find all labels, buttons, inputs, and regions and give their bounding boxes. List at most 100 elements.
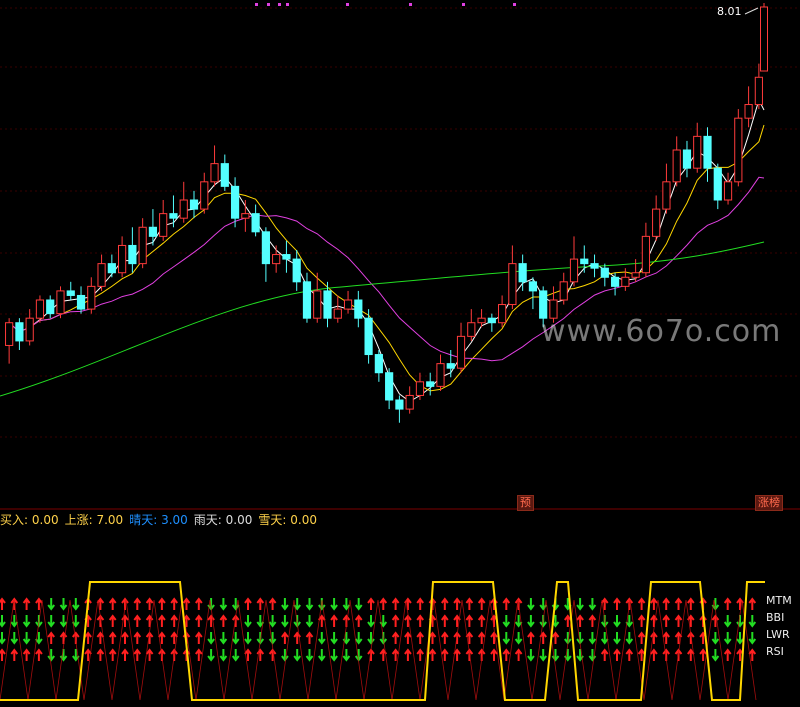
arrow-up [108, 597, 117, 610]
arrow-up [723, 597, 732, 610]
arrow-up [441, 631, 449, 644]
arrow-up [662, 614, 670, 627]
peak-pointer [744, 7, 759, 15]
candle-body [672, 149, 681, 183]
arrow-down [244, 632, 252, 645]
arrow-up [687, 597, 695, 610]
arrow-up [588, 614, 597, 627]
arrow-up [244, 597, 252, 610]
row-label-mtm: MTM [766, 594, 792, 607]
arrow-down [219, 632, 228, 645]
candle-body [220, 163, 229, 187]
candle-body [477, 317, 486, 324]
legend-rise: 上涨: 7.00 [64, 513, 124, 527]
candle-body [580, 258, 589, 265]
arrow-up [564, 614, 572, 627]
signal-dot [346, 3, 349, 6]
arrow-up [133, 614, 142, 627]
candle-body [498, 304, 507, 324]
arrow-down [47, 615, 55, 628]
arrow-down [723, 632, 732, 645]
arrow-up [441, 614, 449, 627]
candle-body [662, 181, 671, 210]
candle-body [405, 394, 414, 410]
arrow-up [22, 648, 31, 661]
candle-body [333, 308, 342, 319]
candle-body [385, 372, 394, 401]
candle-body [652, 208, 661, 237]
arrow-down [0, 615, 6, 628]
peak-label: 8.01 [717, 5, 742, 18]
arrow-up [59, 631, 68, 644]
arrow-down [711, 649, 720, 662]
legend-rainy: 雨天: 0.00 [193, 513, 253, 527]
arrow-down [330, 649, 338, 662]
arrow-up [145, 648, 154, 661]
legend-snowy: 雪天: 0.00 [258, 513, 317, 527]
candle-body [200, 181, 209, 210]
candle-body [734, 117, 743, 183]
arrow-up [158, 614, 166, 627]
arrow-up [465, 614, 474, 627]
candle-body [467, 322, 476, 337]
arrow-up [674, 597, 683, 610]
arrow-down [527, 598, 535, 611]
arrow-up [477, 614, 486, 627]
row-label-rsi: RSI [766, 645, 784, 658]
arrow-down [539, 649, 547, 662]
arrow-up [637, 597, 646, 610]
candle-body [313, 290, 322, 319]
candle-body [621, 276, 630, 287]
arrow-down [22, 632, 31, 645]
arrow-down [588, 598, 597, 611]
arrow-down [219, 649, 228, 662]
arrow-up [477, 597, 486, 610]
arrow-down [72, 598, 80, 611]
arrow-up [527, 631, 535, 644]
candle-body [760, 6, 768, 72]
arrow-down [244, 615, 252, 628]
candle-body [107, 263, 116, 274]
arrow-down [59, 649, 68, 662]
arrow-down [613, 615, 621, 628]
candle-body [35, 299, 45, 319]
arrow-up [182, 597, 191, 610]
arrow-up [133, 648, 142, 661]
arrow-up [514, 648, 523, 661]
legend-sunny: 晴天: 3.00 [129, 513, 188, 527]
candle-body [302, 281, 312, 319]
arrow-up [170, 614, 178, 627]
arrow-up [650, 648, 658, 661]
candle-body [354, 299, 363, 319]
arrow-down [207, 649, 215, 662]
arrow-up [170, 597, 178, 610]
candle-body [754, 76, 763, 106]
arrow-down [268, 615, 277, 628]
arrow-up [133, 631, 142, 644]
arrow-down [281, 598, 289, 611]
candle-body [343, 299, 353, 310]
arrow-up [108, 614, 117, 627]
arrow-down [0, 632, 6, 645]
arrow-up [158, 597, 166, 610]
candle-body [600, 267, 609, 278]
arrow-up [465, 597, 474, 610]
arrow-up [391, 614, 400, 627]
arrow-down [330, 598, 338, 611]
indicator-pane [0, 581, 765, 701]
candle-body [97, 263, 106, 287]
arrow-up [441, 597, 449, 610]
arrow-down [305, 598, 314, 611]
arrow-up [0, 597, 6, 610]
candle-body [87, 285, 96, 310]
arrow-down [47, 598, 55, 611]
candle-body [76, 294, 86, 310]
chart-canvas [0, 3, 800, 701]
signal-dot [255, 3, 258, 6]
legend-buy: 买入: 0.00 [0, 513, 59, 527]
signal-dot [278, 3, 281, 6]
candle-body [15, 322, 24, 342]
candle-body [395, 399, 404, 410]
arrow-up [391, 631, 400, 644]
watermark: www.6o7o.com [541, 314, 782, 349]
